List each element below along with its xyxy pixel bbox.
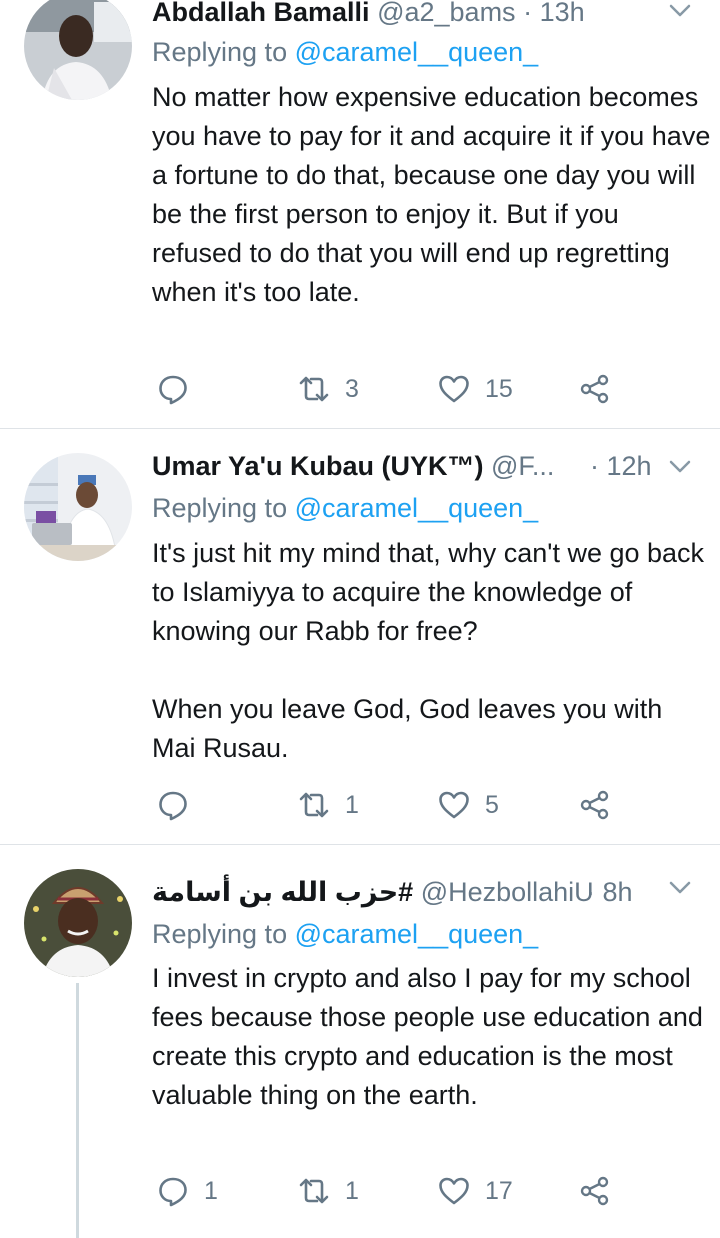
like-button[interactable]: 15 xyxy=(437,369,513,409)
timestamp[interactable]: · 13h xyxy=(523,0,585,27)
retweet-icon xyxy=(299,376,329,402)
timestamp[interactable]: · 12h xyxy=(590,451,652,481)
mention-link[interactable]: @caramel__queen_ xyxy=(295,919,539,949)
like-button[interactable]: 17 xyxy=(437,1171,513,1211)
tweet-paragraph: It's just hit my mind that, why can't we… xyxy=(152,538,705,646)
timestamp-wrap: · 8h xyxy=(586,872,633,912)
timestamp-wrap: · 12h xyxy=(590,446,652,486)
replying-to: Replying to @caramel__queen_ xyxy=(152,489,538,527)
share-button[interactable] xyxy=(578,785,612,825)
share-icon xyxy=(580,790,609,820)
action-bar: 1 5 xyxy=(152,785,652,825)
tweet[interactable]: #حزب الله بن أسامة @HezbollahiU · 8h Rep… xyxy=(0,845,720,1238)
user-handle[interactable]: @HezbollahiU xyxy=(421,877,594,907)
display-name[interactable]: Abdallah Bamalli xyxy=(152,0,370,27)
reply-button[interactable] xyxy=(156,785,204,825)
retweet-button[interactable]: 3 xyxy=(297,369,359,409)
reply-icon xyxy=(159,1177,187,1207)
timestamp[interactable]: · 8h xyxy=(586,877,633,907)
share-icon xyxy=(580,1176,609,1206)
retweet-count: 3 xyxy=(345,374,359,403)
retweet-icon xyxy=(299,1178,329,1204)
reply-icon xyxy=(159,791,187,821)
share-icon xyxy=(580,374,609,404)
retweet-button[interactable]: 1 xyxy=(297,785,359,825)
chevron-down-icon[interactable] xyxy=(666,873,694,901)
tweet-text: It's just hit my mind that, why can't we… xyxy=(152,534,712,768)
mention-link[interactable]: @caramel__queen_ xyxy=(295,493,539,523)
reply-button[interactable]: 1 xyxy=(156,1171,218,1211)
user-handle[interactable]: @F... xyxy=(491,451,554,481)
tweet-text: I invest in crypto and also I pay for my… xyxy=(152,959,712,1115)
tweet-text: No matter how expensive education become… xyxy=(152,78,712,312)
retweet-icon xyxy=(299,792,329,818)
reply-count: 1 xyxy=(204,1176,218,1205)
replying-to: Replying to @caramel__queen_ xyxy=(152,915,538,953)
replying-label: Replying to xyxy=(152,493,288,523)
replying-to: Replying to @caramel__queen_ xyxy=(152,33,538,71)
action-bar: 3 15 xyxy=(152,369,652,409)
heart-icon xyxy=(439,791,469,819)
tweet-header: #حزب الله بن أسامة @HezbollahiU xyxy=(152,872,620,912)
avatar[interactable] xyxy=(24,453,132,561)
action-bar: 1 1 17 xyxy=(152,1171,652,1211)
like-button[interactable]: 5 xyxy=(437,785,499,825)
tweet[interactable]: Abdallah Bamalli @a2_bams · 13h Replying… xyxy=(0,0,720,428)
chevron-down-icon[interactable] xyxy=(666,0,694,24)
tweet-paragraph: No matter how expensive education become… xyxy=(152,82,711,307)
tweet[interactable]: Umar Ya'u Kubau (UYK™) @F... · 12h Reply… xyxy=(0,429,720,844)
like-count: 5 xyxy=(485,790,499,819)
tweet-header: Abdallah Bamalli @a2_bams · 13h xyxy=(152,0,670,32)
user-handle[interactable]: @a2_bams xyxy=(377,0,515,27)
chevron-down-icon[interactable] xyxy=(666,452,694,480)
heart-icon xyxy=(439,375,469,403)
replying-label: Replying to xyxy=(152,37,288,67)
display-name[interactable]: #حزب الله بن أسامة xyxy=(152,877,413,907)
thread-line xyxy=(76,983,79,1238)
reply-button[interactable] xyxy=(156,369,204,409)
avatar[interactable] xyxy=(24,869,132,977)
tweet-paragraph: When you leave God, God leaves you with … xyxy=(152,694,663,763)
display-name[interactable]: Umar Ya'u Kubau (UYK™) xyxy=(152,451,483,481)
like-count: 17 xyxy=(485,1176,513,1205)
heart-icon xyxy=(439,1177,469,1205)
replying-label: Replying to xyxy=(152,919,288,949)
retweet-count: 1 xyxy=(345,1176,359,1205)
share-button[interactable] xyxy=(578,1171,612,1211)
avatar[interactable] xyxy=(24,0,132,100)
retweet-button[interactable]: 1 xyxy=(297,1171,359,1211)
reply-icon xyxy=(159,375,187,405)
like-count: 15 xyxy=(485,374,513,403)
share-button[interactable] xyxy=(578,369,612,409)
tweet-paragraph: I invest in crypto and also I pay for my… xyxy=(152,963,703,1110)
retweet-count: 1 xyxy=(345,790,359,819)
mention-link[interactable]: @caramel__queen_ xyxy=(295,37,539,67)
